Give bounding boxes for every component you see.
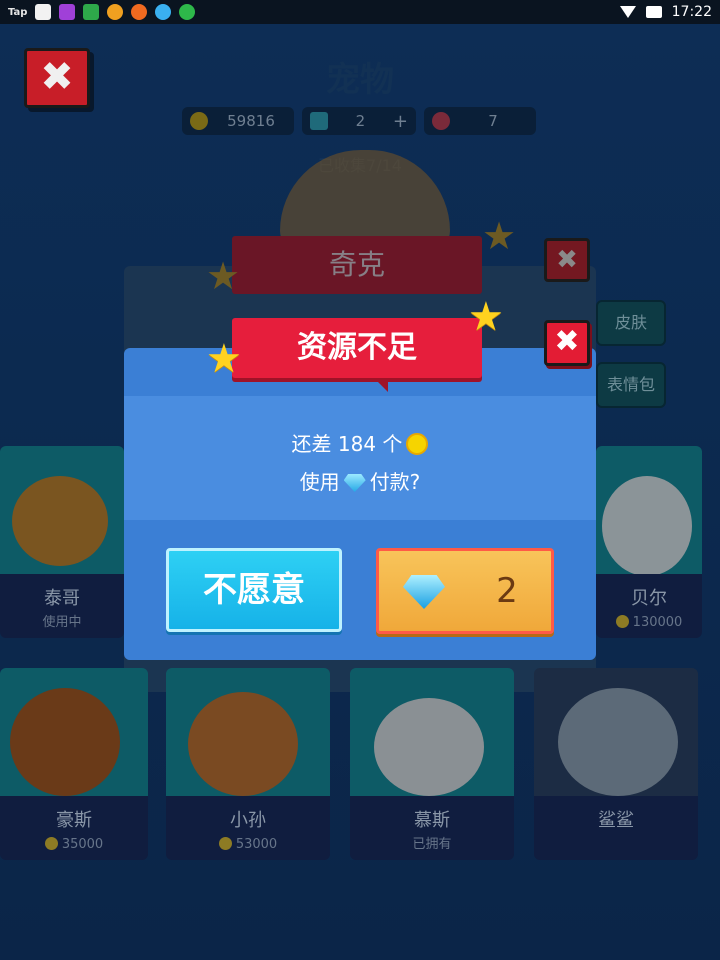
pet-art (350, 668, 514, 796)
pet-name: 豪斯 (56, 810, 92, 831)
star-icon: ★ (482, 214, 517, 258)
pet-status: 已拥有 (412, 837, 452, 852)
monkey-icon (188, 692, 298, 796)
dialog-close-button[interactable]: ✖ (544, 320, 590, 366)
app-1-icon (35, 4, 52, 20)
pet-name: 鲨鲨 (598, 810, 634, 831)
horse-icon (10, 688, 120, 796)
chat-icon (155, 4, 172, 20)
gem-icon (403, 575, 445, 609)
wifi-icon (619, 6, 636, 18)
pet-card-musi[interactable]: 慕斯 已拥有 (350, 668, 514, 860)
pet-card-shasha[interactable]: 鲨鲨 (534, 668, 698, 860)
pet-name: 泰哥 (44, 588, 80, 609)
notification-icons: Tap (8, 4, 196, 20)
pet-status: 使用中 (42, 615, 82, 630)
pet-price: 130000 (632, 615, 683, 630)
ticket-count: 7 (488, 112, 498, 130)
alert-icon (131, 4, 148, 20)
coin-icon (218, 837, 232, 850)
coin-counter: 59816 (182, 107, 294, 135)
shortage-message: 还差 184 个 (124, 428, 596, 457)
page-title: 宠物 (326, 60, 394, 100)
star-icon: ★ (206, 336, 242, 382)
pay-question-prefix: 使用 (299, 470, 340, 494)
dialog-message-area (124, 396, 596, 520)
star-icon: ★ (206, 254, 241, 298)
shark-icon (558, 688, 678, 796)
pet-art (534, 668, 698, 796)
android-icon (83, 4, 100, 20)
status-bar: Tap 17:22 (0, 0, 720, 24)
ticket-counter: 7 (424, 107, 536, 135)
app-label: Tap (8, 6, 28, 18)
coin-icon (406, 433, 429, 455)
pet-art (0, 446, 124, 574)
pet-price: 53000 (235, 837, 278, 852)
coin-icon (615, 615, 629, 628)
polar-bear-icon (602, 476, 692, 576)
ticket-icon (432, 112, 450, 130)
gem-icon (343, 474, 366, 492)
gem-counter: 2 + (302, 107, 416, 135)
dialog-title: 资源不足 (297, 330, 417, 365)
pet-card-haosi[interactable]: 豪斯 35000 (0, 668, 148, 860)
gem-count: 2 (355, 112, 366, 130)
pet-price: 35000 (61, 837, 104, 852)
pet-name: 小孙 (230, 810, 266, 831)
gem-cost: 2 (496, 571, 518, 611)
battery-icon (645, 6, 662, 18)
pay-question-suffix: 付款? (369, 470, 421, 494)
coin-count: 59816 (227, 112, 275, 130)
pet-name: 贝尔 (631, 588, 667, 609)
pay-question: 使用 付款? (124, 466, 596, 495)
clock: 17:22 (671, 4, 712, 20)
tiger-icon (12, 476, 108, 566)
shortage-text: 还差 184 个 (291, 432, 403, 456)
pet-card-taige[interactable]: 泰哥 使用中 (0, 446, 124, 638)
refuse-button[interactable]: 不愿意 (166, 548, 342, 632)
star-icon: ★ (468, 294, 504, 340)
mouse-icon (374, 698, 484, 796)
pet-card-xiaosun[interactable]: 小孙 53000 (166, 668, 330, 860)
pet-name: 慕斯 (414, 810, 450, 831)
download-icon (179, 4, 196, 20)
pay-with-gems-button[interactable]: 2 (376, 548, 554, 634)
u-icon (107, 4, 124, 20)
pet-art (166, 668, 330, 796)
gem-icon (310, 112, 328, 130)
pet-art (596, 446, 702, 576)
pet-panel-close-button[interactable]: ✖ (544, 238, 590, 282)
emoji-pack-button[interactable]: 表情包 (596, 362, 666, 408)
skin-button[interactable]: 皮肤 (596, 300, 666, 346)
pet-card-beier[interactable]: 贝尔 130000 (596, 446, 702, 638)
coin-icon (44, 837, 58, 850)
coin-icon (190, 112, 208, 130)
dialog-title-ribbon: 资源不足 (232, 318, 482, 392)
add-gems-button[interactable]: + (393, 111, 408, 132)
pet-name: 奇克 (328, 248, 385, 281)
gear-icon (59, 4, 76, 20)
pet-name-ribbon: 奇克 (232, 236, 482, 294)
pet-art (0, 668, 148, 796)
